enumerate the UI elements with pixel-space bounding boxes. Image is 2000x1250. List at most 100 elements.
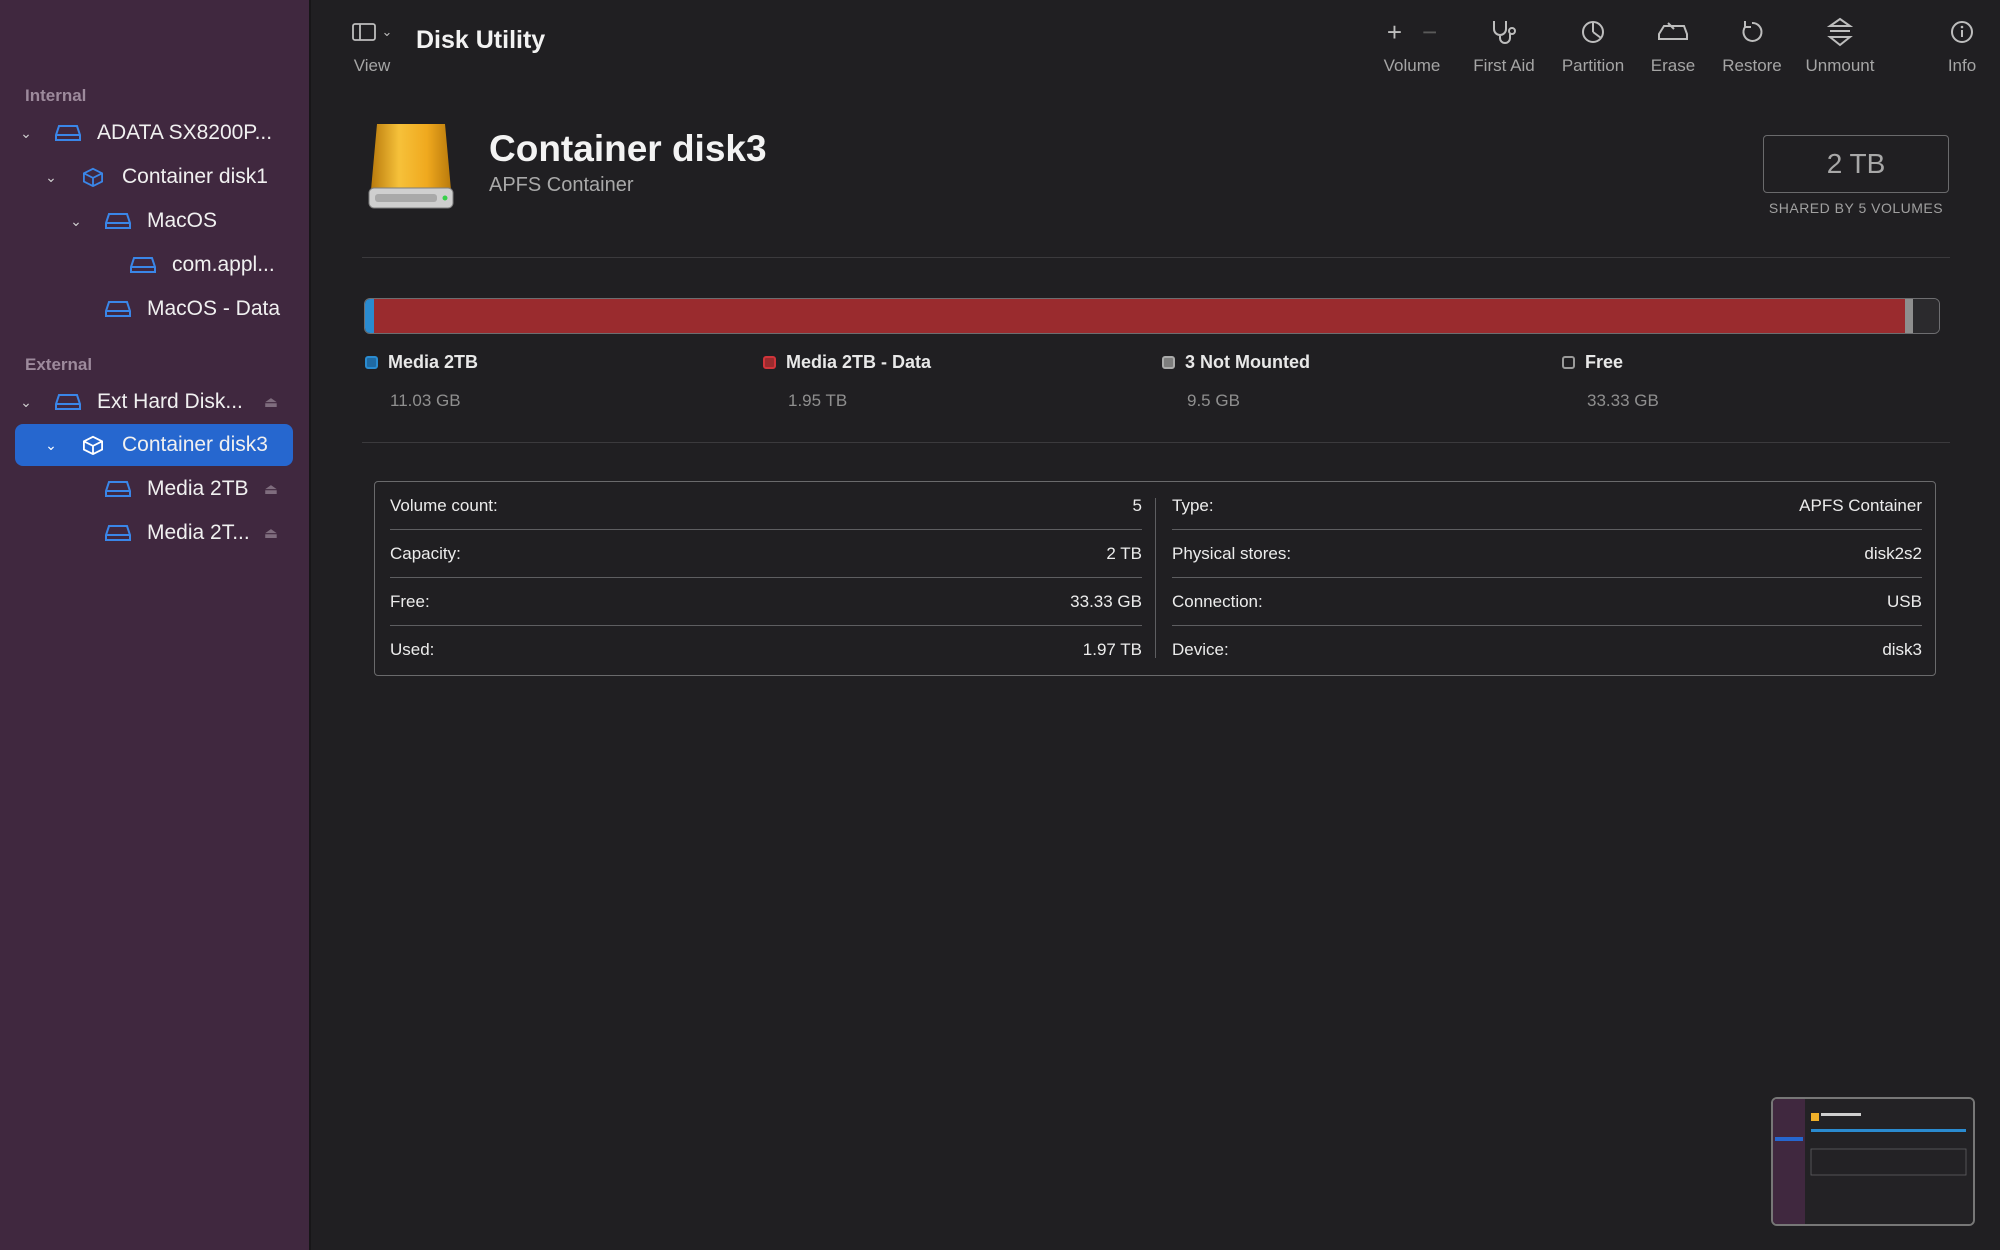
view-label: View [353, 56, 391, 75]
legend-name: Free [1585, 352, 1624, 372]
external-drive-icon [368, 124, 454, 209]
pie-chart-icon [1582, 21, 1604, 43]
sidebar: Internal ⌄ ADATA SX8200P... ⌄ Container … [0, 0, 311, 1250]
sidebar-item-macos-data[interactable]: MacOS - Data [15, 288, 293, 330]
sidebar-item-macos[interactable]: ⌄ MacOS [15, 200, 293, 242]
info-value: 1.97 TB [1082, 640, 1142, 659]
usage-segment-data [373, 299, 1906, 333]
partition-button[interactable]: Partition [1545, 16, 1641, 76]
sidebar-item-label: ADATA SX8200P... [97, 121, 273, 144]
capacity-box: 2 TB [1763, 135, 1949, 193]
legend-name: Media 2TB [388, 352, 479, 372]
info-row-physical-stores: Physical stores: disk2s2 [1172, 530, 1922, 578]
info-button[interactable]: Info [1937, 16, 1987, 76]
info-table: Volume count: 5 Capacity: 2 TB Free: 33.33 … [374, 481, 1936, 676]
sidebar-item-label: Ext Hard Disk... [97, 390, 243, 413]
container-subtitle: APFS Container [489, 174, 634, 196]
legend-name: 3 Not Mounted [1185, 352, 1310, 372]
volume-icon [105, 525, 131, 541]
info-label: Connection: [1172, 592, 1263, 611]
chevron-down-icon[interactable]: ⌄ [40, 437, 62, 454]
sidebar-item-label: MacOS - Data [147, 297, 281, 320]
eraser-icon [1658, 22, 1688, 40]
usage-bar [364, 298, 1940, 334]
info-row-device: Device: disk3 [1172, 626, 1922, 674]
sidebar-item-com-apple[interactable]: com.appl... [15, 244, 293, 286]
volume-icon [105, 213, 131, 229]
legend-media: Media 2TB 11.03 GB [365, 352, 478, 411]
info-label: Capacity: [390, 544, 461, 563]
info-value: APFS Container [1799, 496, 1922, 515]
legend-swatch [763, 356, 776, 369]
usage-segment-free [1912, 299, 1939, 333]
eject-icon[interactable]: ⏏ [264, 524, 278, 542]
info-label: Info [1947, 56, 1977, 75]
restore-label: Restore [1722, 56, 1782, 75]
restore-button[interactable]: Restore [1707, 16, 1797, 76]
container-icon [83, 167, 103, 187]
chevron-down-icon[interactable]: ⌄ [15, 394, 37, 411]
container-title: Container disk3 [489, 128, 767, 169]
sidebar-toggle-icon [351, 23, 376, 41]
info-label: Used: [390, 640, 435, 659]
chevron-down-icon[interactable]: ⌄ [15, 125, 37, 142]
view-button[interactable]: ⌄ View [342, 18, 402, 76]
screenshot-thumbnail[interactable] [1771, 1097, 1975, 1226]
external-disk-icon [55, 394, 81, 410]
sidebar-item-container-disk1[interactable]: ⌄ Container disk1 [15, 156, 293, 198]
sidebar-item-ext-hard-disk[interactable]: ⌄ Ext Hard Disk... ⏏ [15, 381, 293, 423]
info-row-capacity: Capacity: 2 TB [390, 530, 1142, 578]
legend-value: 1.95 TB [788, 391, 848, 410]
sidebar-item-adata[interactable]: ⌄ ADATA SX8200P... [15, 112, 293, 154]
legend-swatch [1562, 356, 1575, 369]
legend-swatch [365, 356, 378, 369]
shared-volumes-text: SHARED BY 5 VOLUMES [1768, 200, 1944, 216]
first-aid-label: First Aid [1473, 56, 1535, 75]
info-label: Type: [1172, 496, 1214, 515]
legend-name: Media 2TB - Data [786, 352, 932, 372]
sidebar-item-media-2tb-data[interactable]: Media 2T... ⏏ [15, 512, 293, 554]
add-icon[interactable]: + [1387, 17, 1402, 48]
erase-label: Erase [1650, 56, 1696, 75]
legend-value: 11.03 GB [390, 391, 461, 410]
divider [362, 442, 1950, 443]
eject-icon[interactable]: ⏏ [264, 393, 278, 411]
container-icon [83, 435, 103, 455]
divider [362, 257, 1950, 258]
legend-swatch [1162, 356, 1175, 369]
info-row-type: Type: APFS Container [1172, 482, 1922, 530]
thumbnail-preview-image [1773, 1099, 1973, 1224]
erase-button[interactable]: Erase [1633, 16, 1713, 76]
unmount-button[interactable]: Unmount [1791, 16, 1889, 76]
info-row-connection: Connection: USB [1172, 578, 1922, 626]
app-title: Disk Utility [416, 26, 546, 54]
chevron-down-icon: ⌄ [381, 24, 393, 39]
chevron-down-icon[interactable]: ⌄ [40, 169, 62, 186]
usage-segment-not-mounted [1905, 299, 1913, 333]
info-row-free: Free: 33.33 GB [390, 578, 1142, 626]
legend-not-mounted: 3 Not Mounted 9.5 GB [1162, 352, 1310, 411]
legend-value: 9.5 GB [1187, 391, 1240, 410]
partition-label: Partition [1561, 56, 1625, 75]
sidebar-item-media-2tb[interactable]: Media 2TB ⏏ [15, 468, 293, 510]
legend-free: Free 33.33 GB [1562, 352, 1659, 411]
eject-icon[interactable]: ⏏ [264, 480, 278, 498]
info-value: 5 [1132, 496, 1142, 515]
volume-icon [105, 481, 131, 497]
volume-button[interactable]: + − Volume [1371, 16, 1453, 76]
info-label: Volume count: [390, 496, 498, 515]
sidebar-item-container-disk3[interactable]: ⌄ Container disk3 [15, 424, 293, 466]
sidebar-item-label: Container disk1 [122, 165, 268, 188]
volume-icon [130, 257, 156, 273]
sidebar-item-label: Media 2TB [147, 477, 249, 500]
chevron-down-icon[interactable]: ⌄ [65, 213, 87, 230]
sidebar-item-label: MacOS [147, 209, 218, 232]
info-value: 33.33 GB [1070, 592, 1142, 611]
info-label: Device: [1172, 640, 1229, 659]
toolbar: ⌄ View Disk Utility + − Volume First Aid… [311, 0, 2000, 90]
info-label: Physical stores: [1172, 544, 1292, 563]
column-divider [1155, 498, 1156, 658]
info-row-used: Used: 1.97 TB [390, 626, 1142, 674]
legend-media-data: Media 2TB - Data 1.95 TB [763, 352, 931, 411]
first-aid-button[interactable]: First Aid [1456, 16, 1552, 76]
